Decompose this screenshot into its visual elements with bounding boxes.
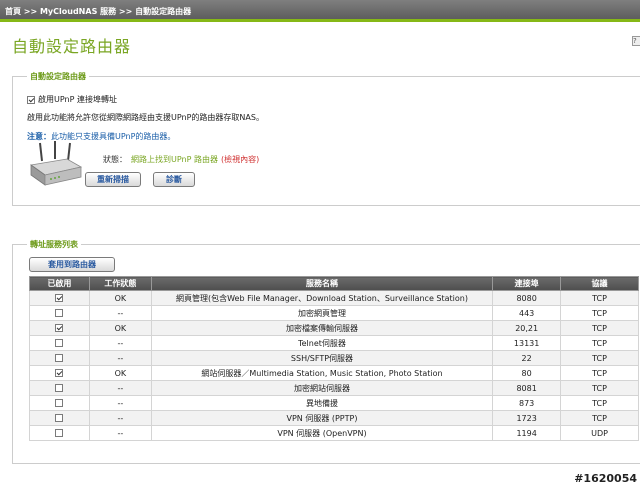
rescan-button[interactable]: 重新掃描	[85, 172, 141, 187]
port-cell: 1723	[492, 410, 562, 426]
port-cell: 13131	[492, 335, 562, 351]
service-section-legend: 轉址服務列表	[27, 239, 81, 250]
router-icon	[29, 141, 83, 186]
enabled-cell	[29, 365, 90, 381]
service-name-cell: 加密網站伺服器	[150, 380, 494, 396]
protocol-cell: TCP	[560, 365, 639, 381]
status-cell: --	[88, 395, 152, 411]
port-cell: 8081	[492, 380, 562, 396]
table-row: -- VPN 伺服器 (PPTP) 1723 TCP	[29, 410, 639, 426]
service-enable-checkbox[interactable]	[55, 429, 64, 437]
service-name-cell: 網頁管理(包含Web File Manager、Download Station…	[150, 290, 494, 306]
enabled-cell	[29, 335, 90, 351]
page-title: 自動設定路由器	[12, 37, 132, 56]
protocol-cell: TCP	[560, 335, 639, 351]
service-list-panel: 轉址服務列表 套用到路由器 已啟用 工作狀態 服務名稱 連接埠 協議 OK 網頁管…	[12, 239, 640, 464]
status-cell: --	[88, 305, 152, 321]
column-header-enabled[interactable]: 已啟用	[29, 276, 90, 291]
service-enable-checkbox[interactable]	[55, 339, 64, 347]
port-cell: 1194	[492, 425, 562, 441]
router-status: 狀態： 網路上找到UPnP 路由器 (檢視內容)	[103, 154, 259, 165]
service-enable-checkbox[interactable]	[55, 294, 64, 302]
service-table: 已啟用 工作狀態 服務名稱 連接埠 協議 OK 網頁管理(包含Web File M…	[29, 276, 639, 441]
status-cell: --	[88, 335, 152, 351]
watermark-text: #1620054	[574, 472, 637, 485]
service-enable-checkbox[interactable]	[55, 399, 64, 407]
status-cell: --	[88, 380, 152, 396]
table-row: -- 異地備援 873 TCP	[29, 395, 639, 411]
apply-to-router-button[interactable]: 套用到路由器	[29, 257, 115, 272]
service-enable-checkbox[interactable]	[55, 384, 64, 392]
port-cell: 8080	[492, 290, 562, 306]
status-cell: OK	[88, 290, 152, 306]
port-cell: 443	[492, 305, 562, 321]
status-cell: OK	[88, 365, 152, 381]
service-name-cell: 網站伺服器／Multimedia Station, Music Station,…	[150, 365, 494, 381]
service-name-cell: VPN 伺服器 (OpenVPN)	[150, 425, 494, 441]
service-name-cell: VPN 伺服器 (PPTP)	[150, 410, 494, 426]
column-header-service-name[interactable]: 服務名稱	[150, 276, 494, 291]
port-cell: 20,21	[492, 320, 562, 336]
enabled-cell	[29, 410, 90, 426]
status-cell: OK	[88, 320, 152, 336]
enabled-cell	[29, 380, 90, 396]
table-row: -- SSH/SFTP伺服器 22 TCP	[29, 350, 639, 366]
column-header-protocol[interactable]: 協議	[560, 276, 639, 291]
table-row: OK 網站伺服器／Multimedia Station, Music Statio…	[29, 365, 639, 381]
upnp-option: 啟用UPnP 連接埠轉址	[27, 94, 117, 105]
port-cell: 873	[492, 395, 562, 411]
top-bar: 首頁 >> MyCloudNAS 服務 >> 自動設定路由器	[0, 0, 640, 22]
status-cell: --	[88, 425, 152, 441]
protocol-cell: TCP	[560, 380, 639, 396]
router-settings-panel: 自動設定路由器 啟用UPnP 連接埠轉址 啟用此功能將允許您從網際網路經由支援U…	[12, 71, 640, 206]
breadcrumb: 首頁 >> MyCloudNAS 服務 >> 自動設定路由器	[5, 7, 192, 16]
protocol-cell: TCP	[560, 290, 639, 306]
router-section-legend: 自動設定路由器	[27, 71, 89, 82]
table-row: -- 加密網站伺服器 8081 TCP	[29, 380, 639, 396]
view-details-link[interactable]: (檢視內容)	[221, 155, 259, 164]
protocol-cell: TCP	[560, 350, 639, 366]
protocol-cell: UDP	[560, 425, 639, 441]
status-label: 狀態：	[103, 155, 127, 164]
table-row: -- VPN 伺服器 (OpenVPN) 1194 UDP	[29, 425, 639, 441]
service-enable-checkbox[interactable]	[55, 369, 64, 377]
service-name-cell: SSH/SFTP伺服器	[150, 350, 494, 366]
enabled-cell	[29, 305, 90, 321]
service-enable-checkbox[interactable]	[55, 414, 64, 422]
protocol-cell: TCP	[560, 305, 639, 321]
service-enable-checkbox[interactable]	[55, 324, 64, 332]
table-row: -- Telnet伺服器 13131 TCP	[29, 335, 639, 351]
diagnose-button[interactable]: 診斷	[153, 172, 195, 187]
feature-description: 啟用此功能將允許您從網際網路經由支援UPnP的路由器存取NAS。	[27, 113, 264, 122]
table-row: -- 加密網頁管理 443 TCP	[29, 305, 639, 321]
table-row: OK 加密檔案傳輸伺服器 20,21 TCP	[29, 320, 639, 336]
status-value: 網路上找到UPnP 路由器	[131, 155, 218, 164]
protocol-cell: TCP	[560, 320, 639, 336]
enabled-cell	[29, 350, 90, 366]
enabled-cell	[29, 425, 90, 441]
upnp-checkbox[interactable]	[27, 95, 35, 104]
service-enable-checkbox[interactable]	[55, 354, 64, 362]
status-cell: --	[88, 350, 152, 366]
table-header-row: 已啟用 工作狀態 服務名稱 連接埠 協議	[29, 276, 639, 291]
service-name-cell: Telnet伺服器	[150, 335, 494, 351]
service-enable-checkbox[interactable]	[55, 309, 64, 317]
status-cell: --	[88, 410, 152, 426]
protocol-cell: TCP	[560, 395, 639, 411]
port-cell: 22	[492, 350, 562, 366]
column-header-port[interactable]: 連接埠	[492, 276, 562, 291]
service-name-cell: 加密檔案傳輸伺服器	[150, 320, 494, 336]
enabled-cell	[29, 395, 90, 411]
enabled-cell	[29, 320, 90, 336]
upnp-label: 啟用UPnP 連接埠轉址	[38, 95, 117, 104]
service-name-cell: 異地備援	[150, 395, 494, 411]
enabled-cell	[29, 290, 90, 306]
port-cell: 80	[492, 365, 562, 381]
service-name-cell: 加密網頁管理	[150, 305, 494, 321]
table-row: OK 網頁管理(包含Web File Manager、Download Stati…	[29, 290, 639, 306]
help-icon[interactable]: ?	[632, 36, 640, 46]
protocol-cell: TCP	[560, 410, 639, 426]
column-header-status[interactable]: 工作狀態	[88, 276, 152, 291]
